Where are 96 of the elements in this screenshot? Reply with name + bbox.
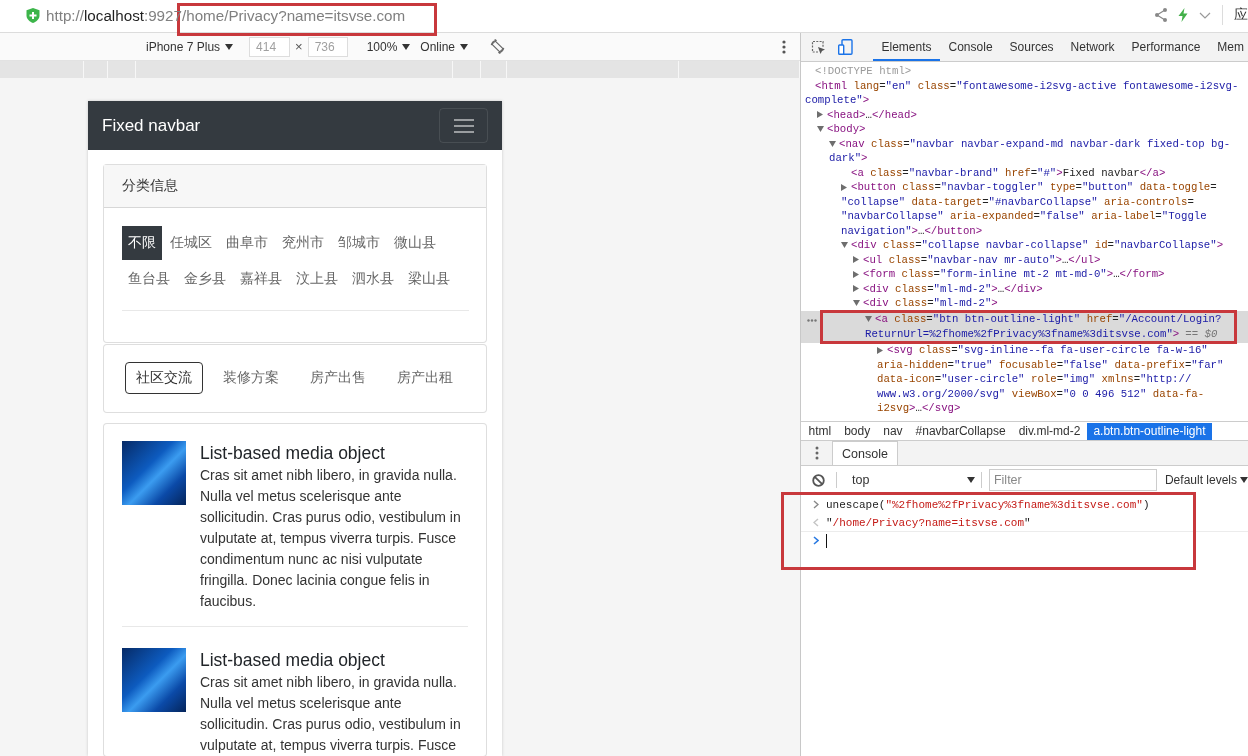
chevron-down-icon — [1199, 11, 1211, 19]
console-result: "/home/Privacy?name=itsvse.com" — [826, 516, 1031, 529]
filter-chip[interactable]: 邹城市 — [332, 226, 386, 260]
code-line: <html lang="en" class="fontawesome-i2svg-active fontawesome-i2svg- — [815, 78, 1239, 93]
code-line: <body> — [827, 122, 866, 137]
code-line: <div class="collapse navbar-collapse" id="navbarCollapse"> — [851, 238, 1224, 253]
code-line: aria-hidden="true" focusable="false" data-prefix="far" — [877, 357, 1224, 372]
triangle-down-icon[interactable] — [865, 316, 872, 323]
code-line: <div class="ml-md-2">…</div> — [863, 281, 1043, 296]
code-line: "navbarCollapse" aria-expanded="false" aria-label="Toggle — [841, 209, 1207, 224]
breadcrumb-item[interactable]: #navbarCollapse — [909, 422, 1013, 440]
breadcrumb-item[interactable]: a.btn.btn-outline-light — [1086, 422, 1212, 440]
lightning-icon — [1178, 8, 1188, 22]
menu-label[interactable]: 应 — [1234, 6, 1248, 24]
card-header: 分类信息 — [104, 165, 486, 208]
chevron-right-icon — [813, 536, 819, 545]
filter-chip[interactable]: 金乡县 — [178, 262, 232, 296]
code-line: <svg class="svg-inline--fa fa-user-circle fa-w-16" — [887, 343, 1208, 358]
code-line: <a class="navbar-brand" href="#">Fixed navbar</a> — [851, 165, 1166, 180]
code-line: www.w3.org/2000/svg" viewBox="0 0 496 512" data-fa- — [877, 386, 1205, 401]
caret-icon — [460, 43, 469, 50]
photo-placeholder — [122, 648, 186, 712]
triangle-down-icon[interactable] — [853, 300, 860, 307]
code-line: <button class="navbar-toggler" type="button" data-toggle= — [851, 180, 1217, 195]
code-line: <head>…</head> — [827, 107, 917, 122]
devtools-tab[interactable]: Console — [940, 33, 1002, 61]
times-sign: × — [295, 39, 303, 54]
code-line: complete"> — [805, 93, 870, 108]
chevron-left-icon — [813, 518, 819, 527]
devtools-tab[interactable]: Performance — [1123, 33, 1209, 61]
device-select[interactable]: iPhone 7 Plus — [146, 39, 234, 54]
more-vertical-icon[interactable] — [815, 446, 819, 460]
media-text: Cras sit amet nibh libero, in gravida nulla. Nulla vel metus scelerisque ante sollicitudin. Cras purus odio, vestibulum in vulputate at, tempus viverra turpis. Fusce condimentum nunc ac nisi vulputate fringilla. Donec lacinia congue felis in faucibus. — [200, 466, 462, 611]
breadcrumb-item[interactable]: body — [837, 422, 877, 440]
code-line: navigation">…</button> — [841, 223, 983, 238]
drawer-tab[interactable]: Console — [832, 441, 898, 465]
more-vertical-icon[interactable] — [782, 39, 786, 54]
media-title: List-based media object — [200, 442, 386, 465]
triangle-right-icon[interactable] — [877, 346, 883, 354]
device-toggle-icon[interactable] — [838, 39, 853, 55]
triangle-down-icon[interactable] — [841, 242, 848, 249]
breadcrumb-item[interactable]: html — [802, 422, 838, 440]
caret-icon — [402, 43, 411, 50]
media-title: List-based media object — [200, 649, 386, 672]
code-line: "collapse" data-target="#navbarCollapse" aria-controls= — [841, 194, 1194, 209]
filter-chip[interactable]: 汶上县 — [290, 262, 344, 296]
photo-placeholder — [122, 441, 186, 505]
code-line: <ul class="navbar-nav mr-auto">…</ul> — [863, 252, 1101, 267]
more-horizontal-icon — [807, 318, 817, 322]
breadcrumb-item[interactable]: nav — [876, 422, 910, 440]
code-line: data-icon="user-circle" role="img" xmlns="http:// — [877, 372, 1192, 387]
shield-plus-icon — [26, 7, 40, 23]
filter-chip[interactable]: 不限 — [122, 226, 162, 260]
menu-icon — [452, 117, 475, 134]
context-select[interactable]: top — [848, 469, 981, 491]
triangle-right-icon[interactable] — [817, 111, 823, 119]
caret-icon — [225, 43, 234, 50]
code-line: <nav class="navbar navbar-expand-md navbar-dark fixed-top bg- — [839, 136, 1231, 151]
tab-button[interactable]: 社区交流 — [125, 362, 203, 394]
throttling-select[interactable]: Online — [420, 39, 469, 54]
filter-chip[interactable]: 泗水县 — [346, 262, 400, 296]
menu-toggle-button[interactable] — [439, 108, 488, 143]
selected-node-note: == $0 — [1185, 326, 1218, 341]
zoom-select[interactable]: 100% — [366, 39, 411, 54]
block-icon[interactable] — [812, 473, 825, 487]
media-text: Cras sit amet nibh libero, in gravida nulla. Nulla vel metus scelerisque ante sollicitudin. Cras purus odio, vestibulum in vulputate at, tempus viverra turpis. Fusce — [200, 673, 462, 755]
console-command: unescape("%2fhome%2fPrivacy%3fname%3ditsvse.com") — [826, 498, 1150, 511]
navbar-brand[interactable]: Fixed navbar — [102, 115, 201, 136]
filter-chip[interactable]: 梁山县 — [402, 262, 456, 296]
inspect-element-icon[interactable] — [811, 39, 826, 55]
devtools-tab[interactable]: Sources — [1001, 33, 1063, 61]
filter-chip[interactable]: 微山县 — [388, 226, 442, 260]
devtools-tab[interactable]: Mem — [1208, 33, 1248, 61]
text-cursor-icon — [826, 533, 827, 548]
caret-icon — [1240, 477, 1248, 483]
code-line: i2svg>…</svg> — [877, 401, 961, 416]
code-line: <!DOCTYPE html> — [815, 64, 912, 79]
breadcrumb-item[interactable]: div.ml-md-2 — [1012, 422, 1087, 440]
code-line: <div class="ml-md-2"> — [863, 296, 998, 311]
code-line: dark"> — [829, 151, 868, 166]
screen-rotate-icon[interactable] — [490, 39, 506, 54]
code-line: <a class="btn btn-outline-light" href="/Account/Login? — [875, 312, 1222, 327]
triangle-right-icon[interactable] — [841, 183, 847, 191]
filter-chip[interactable]: 兖州市 — [276, 226, 330, 260]
filter-chip[interactable]: 嘉祥县 — [234, 262, 288, 296]
share-icon — [1155, 8, 1167, 22]
filter-chip[interactable]: 曲阜市 — [220, 226, 274, 260]
levels-dropdown[interactable]: Default levels — [1164, 473, 1248, 487]
code-line: ReturnUrl=%2fhome%2fPrivacy%3fname%3ditsvse.com"> — [865, 326, 1180, 341]
code-line: <form class="form-inline mt-2 mt-md-0">…</form> — [863, 267, 1165, 282]
filter-chip[interactable]: 鱼台县 — [122, 262, 176, 296]
filter-input[interactable]: Filter — [988, 469, 1157, 491]
filter-chip[interactable]: 任城区 — [164, 226, 218, 260]
devtools-tab[interactable]: Network — [1062, 33, 1124, 61]
caret-icon — [966, 477, 975, 483]
chevron-right-icon — [813, 500, 819, 509]
